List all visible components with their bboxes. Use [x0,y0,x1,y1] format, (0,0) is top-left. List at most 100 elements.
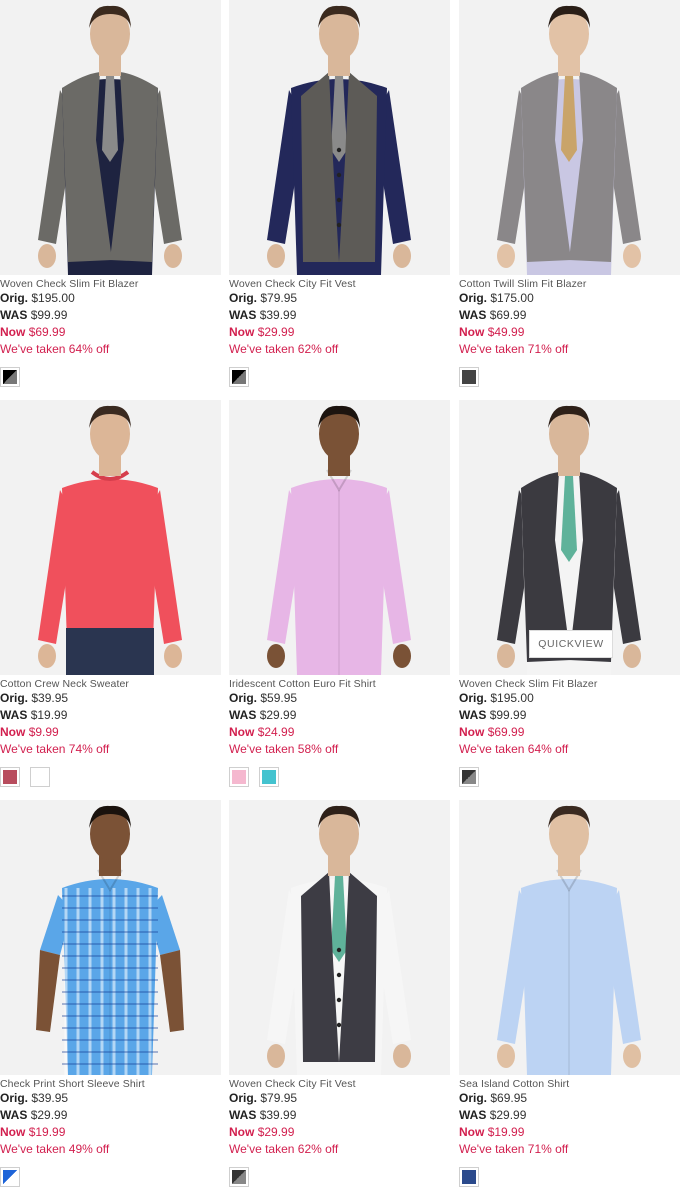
model-photo [267,805,411,1075]
color-swatches [459,1167,680,1187]
was-price: $39.99 [259,308,297,322]
orig-label: Orig. [459,291,488,305]
product-card[interactable]: Cotton Twill Slim Fit Blazer Orig. $175.… [459,0,680,387]
was-label: WAS [459,708,487,722]
color-swatches [459,367,680,387]
now-label: Now [0,1125,26,1139]
now-price: $69.99 [487,725,525,739]
was-label: WAS [229,1108,257,1122]
discount-text: We've taken 71% off [459,342,569,356]
now-price: $9.99 [28,725,59,739]
product-image[interactable] [229,400,450,675]
product-name[interactable]: Woven Check Slim Fit Blazer [459,678,680,690]
product-card[interactable]: Woven Check City Fit Vest Orig. $79.95 W… [229,800,450,1187]
product-image[interactable] [0,400,221,675]
was-price: $39.99 [259,1108,297,1122]
product-card[interactable]: Sea Island Cotton Shirt Orig. $69.95 WAS… [459,800,680,1187]
product-image[interactable]: QUICKVIEW [459,400,680,675]
discount-text: We've taken 64% off [0,342,110,356]
product-name[interactable]: Sea Island Cotton Shirt [459,1078,680,1090]
was-label: WAS [0,1108,28,1122]
product-card[interactable]: Woven Check Slim Fit Blazer Orig. $195.0… [0,0,221,387]
product-name[interactable]: Check Print Short Sleeve Shirt [0,1078,221,1090]
now-price: $19.99 [28,1125,66,1139]
discount-text: We've taken 49% off [0,1142,110,1156]
was-label: WAS [459,308,487,322]
orig-label: Orig. [0,291,29,305]
color-swatch[interactable] [229,1167,249,1187]
now-label: Now [459,1125,485,1139]
was-price: $29.99 [489,1108,527,1122]
orig-price: $195.00 [490,691,534,705]
now-price: $29.99 [257,1125,295,1139]
product-name[interactable]: Woven Check City Fit Vest [229,278,450,290]
was-price: $99.99 [30,308,68,322]
model-photo [267,405,411,675]
orig-label: Orig. [459,1091,488,1105]
product-grid: Woven Check Slim Fit Blazer Orig. $195.0… [0,0,680,1191]
now-label: Now [459,325,485,339]
now-label: Now [459,725,485,739]
color-swatch[interactable] [459,1167,479,1187]
now-price: $19.99 [487,1125,525,1139]
color-swatch[interactable] [0,767,20,787]
now-price: $29.99 [257,325,295,339]
orig-price: $39.95 [31,691,69,705]
now-label: Now [229,725,255,739]
model-photo [36,805,184,1075]
color-swatches [459,767,680,787]
orig-label: Orig. [0,691,29,705]
product-image[interactable] [0,800,221,1075]
color-swatch[interactable] [30,767,50,787]
product-name[interactable]: Cotton Crew Neck Sweater [0,678,221,690]
color-swatch[interactable] [229,367,249,387]
quickview-button[interactable]: QUICKVIEW [529,630,613,658]
color-swatches [229,1167,450,1187]
orig-label: Orig. [459,691,488,705]
discount-text: We've taken 71% off [459,1142,569,1156]
was-label: WAS [229,308,257,322]
was-price: $69.99 [489,308,527,322]
now-price: $49.99 [487,325,525,339]
product-card[interactable]: QUICKVIEW Woven Check Slim Fit Blazer Or… [459,400,680,787]
now-label: Now [229,325,255,339]
color-swatch[interactable] [0,1167,20,1187]
was-price: $19.99 [30,708,68,722]
orig-price: $195.00 [31,291,75,305]
product-name[interactable]: Iridescent Cotton Euro Fit Shirt [229,678,450,690]
orig-label: Orig. [0,1091,29,1105]
product-name[interactable]: Woven Check City Fit Vest [229,1078,450,1090]
model-photo [38,5,182,275]
orig-price: $79.95 [260,291,298,305]
color-swatch[interactable] [459,367,479,387]
color-swatches [229,767,450,787]
was-price: $99.99 [489,708,527,722]
product-image[interactable] [229,800,450,1075]
product-image[interactable] [229,0,450,275]
product-card[interactable]: Check Print Short Sleeve Shirt Orig. $39… [0,800,221,1187]
product-image[interactable] [459,800,680,1075]
color-swatch[interactable] [229,767,249,787]
color-swatch[interactable] [459,767,479,787]
orig-price: $59.95 [260,691,298,705]
orig-price: $39.95 [31,1091,69,1105]
orig-label: Orig. [229,691,258,705]
discount-text: We've taken 62% off [229,342,339,356]
product-name[interactable]: Cotton Twill Slim Fit Blazer [459,278,680,290]
discount-text: We've taken 64% off [459,742,569,756]
was-price: $29.99 [259,708,297,722]
discount-text: We've taken 62% off [229,1142,339,1156]
color-swatch[interactable] [0,367,20,387]
color-swatch[interactable] [259,767,279,787]
product-name[interactable]: Woven Check Slim Fit Blazer [0,278,221,290]
was-label: WAS [0,708,28,722]
model-photo [38,405,182,675]
product-image[interactable] [0,0,221,275]
orig-price: $79.95 [260,1091,298,1105]
was-label: WAS [0,308,28,322]
product-card[interactable]: Cotton Crew Neck Sweater Orig. $39.95 WA… [0,400,221,787]
product-card[interactable]: Iridescent Cotton Euro Fit Shirt Orig. $… [229,400,450,787]
product-card[interactable]: Woven Check City Fit Vest Orig. $79.95 W… [229,0,450,387]
color-swatches [0,767,221,787]
product-image[interactable] [459,0,680,275]
